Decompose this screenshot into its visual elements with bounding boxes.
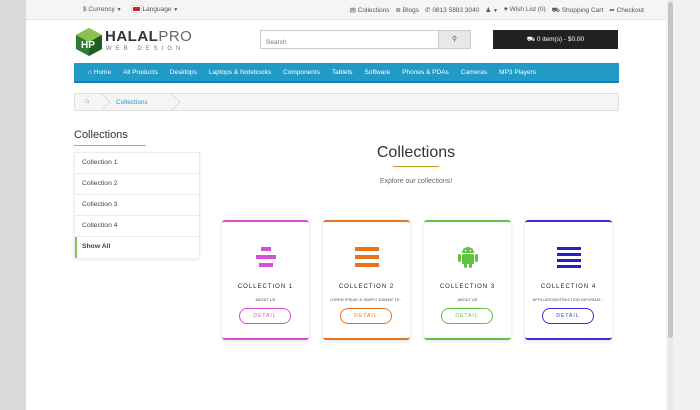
nav-item-software[interactable]: Software [365, 69, 391, 76]
nav-item-components[interactable]: Components [283, 69, 320, 76]
sidebar-title-underline [74, 145, 146, 146]
nav-item-label: Home [93, 68, 112, 76]
search-button[interactable]: ⚲ [438, 31, 470, 48]
checkout-icon: ➦ [609, 7, 615, 14]
card-title: COLLECTION 2 [338, 284, 395, 290]
sidebar-item-collection-3[interactable]: Collection 3 [75, 195, 199, 216]
wishlist-link[interactable]: ♥ Wish List (0) [504, 6, 546, 15]
breadcrumb-collections[interactable]: Collections [116, 99, 148, 106]
collection-card-4[interactable]: COLLECTION 4 AFFILIATE/INSTRUCTION INFOR… [525, 220, 612, 340]
chevron-down-icon: ▼ [492, 8, 498, 14]
home-icon: ⌂ [88, 68, 92, 76]
logo-hexagon-icon: HP [76, 28, 102, 56]
blogs-link[interactable]: ≣ Blogs [396, 6, 420, 15]
flag-icon [130, 5, 142, 13]
breadcrumb: ⌂ Collections [74, 93, 619, 111]
card-title: COLLECTION 4 [540, 284, 597, 290]
home-icon[interactable]: ⌂ [85, 98, 89, 105]
sidebar-list: Collection 1 Collection 2 Collection 3 C… [74, 152, 200, 259]
currency-label: $ Currency [83, 6, 115, 13]
sidebar-item-show-all[interactable]: Show All [75, 237, 199, 258]
collections-icon: ▤ [349, 7, 356, 14]
phone-label: 0813 5883 3040 [432, 7, 480, 14]
account-dropdown[interactable]: ♟ ▼ [485, 6, 498, 15]
search-box: ⚲ [260, 30, 471, 51]
collection-card-3[interactable]: COLLECTION 3 ABOUT US DETAIL [424, 220, 511, 340]
sidebar-item-collection-4[interactable]: Collection 4 [75, 216, 199, 237]
heart-icon: ♥ [503, 6, 508, 13]
cart-label: 0 item(s) - $0.00 [536, 36, 585, 43]
card-title: COLLECTION 1 [237, 284, 294, 290]
logo-brand: HALALPRO [105, 28, 192, 45]
collection-card-2[interactable]: COLLECTION 2 LOREM IPSUM IS SIMPLY DUMMY… [323, 220, 410, 340]
chevron-down-icon: ▼ [173, 7, 179, 13]
page-subtitle: Explore our collections! [379, 178, 453, 185]
page: $ Currency ▼ Language ▼ ▤ Collections ≣ … [26, 0, 666, 410]
android-icon [424, 244, 511, 270]
card-detail-button[interactable]: DETAIL [340, 308, 392, 324]
logo-brand-b: PRO [158, 28, 193, 45]
blogs-icon: ≣ [395, 7, 401, 14]
sidebar-item-collection-1[interactable]: Collection 1 [75, 153, 199, 174]
card-detail-button[interactable]: DETAIL [239, 308, 291, 324]
nav-item-mp3[interactable]: MP3 Players [499, 69, 536, 76]
nav-item-all-products[interactable]: All Products [123, 69, 158, 76]
shopping-cart-label: Shopping Cart [561, 7, 604, 14]
chevron-down-icon: ▼ [116, 7, 122, 13]
page-title-underline [393, 166, 439, 167]
phone-link[interactable]: ✆ 0813 5883 3040 [425, 6, 479, 15]
nav-item-tablets[interactable]: Tablets [332, 69, 353, 76]
card-description: LOREM IPSUM IS SIMPLY DUMMY TE... [329, 298, 404, 302]
site-logo[interactable]: HP HALALPRO WEB DESIGN [75, 27, 205, 57]
card-detail-button[interactable]: DETAIL [542, 308, 594, 324]
blogs-link-label: Blogs [402, 7, 420, 14]
sidebar-item-collection-2[interactable]: Collection 2 [75, 174, 199, 195]
language-dropdown[interactable]: Language ▼ [130, 5, 179, 13]
collections-link-label: Collections [357, 7, 390, 14]
main-nav: ⌂ Home All Products Desktops Laptops & N… [74, 63, 619, 83]
wishlist-label: Wish List (0) [509, 6, 546, 13]
nav-item-desktops[interactable]: Desktops [170, 69, 197, 76]
card-description: ABOUT US [457, 298, 478, 302]
nav-item-home[interactable]: ⌂ Home [88, 69, 111, 76]
collections-link[interactable]: ▤ Collections [350, 6, 390, 15]
checkout-label: Checkout [616, 7, 644, 14]
nav-item-laptops[interactable]: Laptops & Notebooks [209, 69, 271, 76]
scrollbar-thumb[interactable] [668, 2, 673, 338]
user-icon: ♟ [485, 7, 492, 14]
search-icon: ⚲ [451, 36, 458, 43]
card-description: AFFILIATE/INSTRUCTION INFORMAT... [532, 298, 605, 302]
breadcrumb-separator [101, 94, 111, 110]
card-description: ABOUT US [255, 298, 276, 302]
language-label: Language [142, 6, 172, 13]
menu-icon [525, 244, 612, 270]
search-input[interactable] [261, 34, 439, 51]
scrollbar[interactable] [666, 0, 700, 410]
sidebar-title: Collections [74, 129, 128, 141]
bars-icon [323, 244, 410, 270]
cart-icon: ⛟ [526, 36, 536, 43]
nav-item-phones[interactable]: Phones & PDAs [402, 69, 449, 76]
phone-icon: ✆ [425, 7, 431, 14]
list-icon [222, 244, 309, 270]
page-title: Collections [376, 144, 456, 161]
cart-button[interactable]: ⛟ 0 item(s) - $0.00 [493, 30, 618, 49]
logo-brand-a: HALAL [105, 28, 159, 45]
card-title: COLLECTION 3 [439, 284, 496, 290]
svg-text:HP: HP [81, 40, 95, 51]
card-detail-button[interactable]: DETAIL [441, 308, 493, 324]
nav-item-cameras[interactable]: Cameras [461, 69, 487, 76]
top-bar: $ Currency ▼ Language ▼ ▤ Collections ≣ … [26, 0, 666, 20]
currency-dropdown[interactable]: $ Currency ▼ [83, 6, 122, 13]
breadcrumb-separator [171, 94, 181, 110]
checkout-link[interactable]: ➦ Checkout [609, 6, 644, 15]
logo-subtitle: WEB DESIGN [106, 46, 185, 52]
shopping-cart-link[interactable]: ⛟ Shopping Cart [552, 6, 604, 15]
cart-icon: ⛟ [551, 7, 560, 14]
collection-card-1[interactable]: COLLECTION 1 ABOUT US DETAIL [222, 220, 309, 340]
